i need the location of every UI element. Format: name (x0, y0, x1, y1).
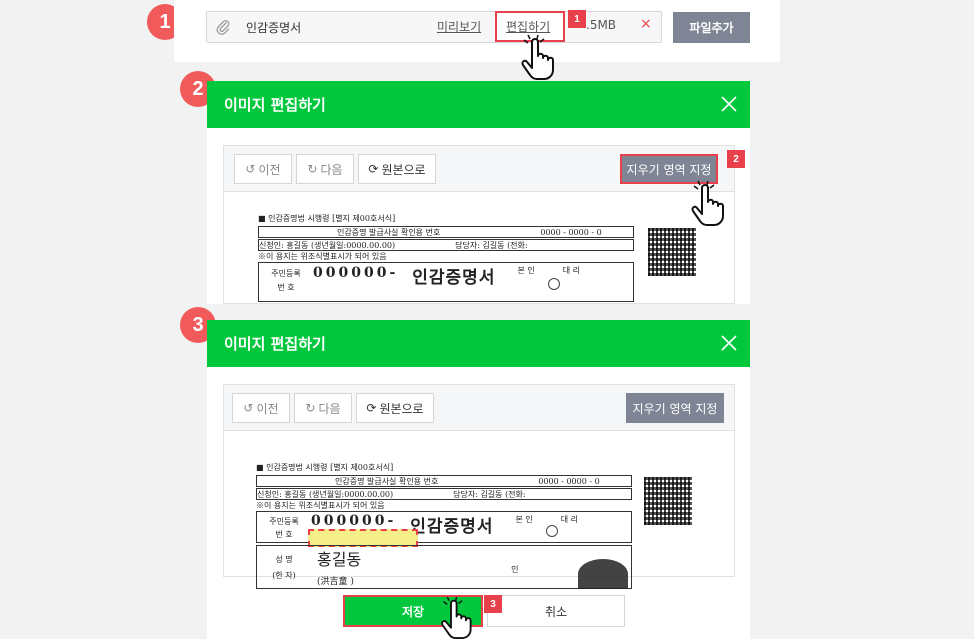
edit-link[interactable]: 편집하기 (506, 18, 550, 35)
modal-header: 이미지 편집하기 (207, 81, 750, 128)
modal-body: ↺ 이전 ↻ 다음 ⟳ 원본으로 지우기 영역 지정 ■ 인감증명법 시행령 [별지 … (223, 145, 735, 304)
undo-icon: ↺ (243, 401, 254, 415)
file-name: 인감증명서 (246, 21, 302, 35)
notice-text: ※이 용지는 위조식별표시가 되어 있음 (258, 252, 387, 261)
name-value: 홍길동 (317, 550, 362, 569)
applicant-row: 신청인: 홍길동 (생년월일:0000.00.00) 담당자: 김길동 (전화: (256, 488, 632, 500)
id-row: 주민등록 번 호 000000- 인감증명서 본 인 대 리 (258, 262, 634, 302)
redo-button[interactable]: ↻ 다음 (296, 154, 354, 184)
add-file-button[interactable]: 파일추가 (673, 12, 750, 43)
reset-icon: ⟳ (368, 162, 379, 176)
form-ref: ■ 인감증명법 시행령 [별지 제00호서식] (256, 463, 394, 472)
document-image: ■ 인감증명법 시행령 [별지 제00호서식] 인감증명 발급사실 확인용 번호… (258, 214, 696, 302)
undo-icon: ↺ (245, 162, 256, 176)
redo-icon: ↻ (307, 162, 318, 176)
undo-button[interactable]: ↺ 이전 (234, 154, 292, 184)
redo-icon: ↻ (305, 401, 316, 415)
document-image: ■ 인감증명법 시행령 [별지 제00호서식] 인감증명 발급사실 확인용 번호… (256, 463, 692, 589)
doc-title: 인감증명서 (412, 268, 496, 288)
callout-badge-2: 2 (727, 150, 745, 168)
preview-link[interactable]: 미리보기 (437, 18, 481, 35)
erase-area-button[interactable]: 지우기 영역 지정 (626, 393, 724, 423)
close-icon[interactable] (720, 334, 738, 352)
hand-pointer-icon (521, 34, 554, 80)
image-edit-modal-step3: 이미지 편집하기 ↺ 이전 ↻ 다음 ⟳ 원본으로 지우기 영역 지정 ■ 인감증명법… (207, 320, 750, 639)
seal-circle (548, 278, 560, 290)
issue-row: 인감증명 발급사실 확인용 번호 0000 - 0000 - 0 (258, 226, 634, 238)
remove-file-icon[interactable]: × (640, 16, 652, 32)
modal-body: ↺ 이전 ↻ 다음 ⟳ 원본으로 지우기 영역 지정 ■ 인감증명법 시행령 [별지 … (223, 384, 735, 589)
reset-icon: ⟳ (366, 401, 377, 415)
issue-row: 인감증명 발급사실 확인용 번호 0000 - 0000 - 0 (256, 475, 632, 487)
image-edit-modal-step2: 이미지 편집하기 ↺ 이전 ↻ 다음 ⟳ 원본으로 지우기 영역 지정 ■ 인감증명법… (207, 81, 750, 304)
doc-title: 인감증명서 (410, 517, 494, 537)
reset-original-button[interactable]: ⟳ 원본으로 (356, 393, 434, 423)
close-icon[interactable] (720, 95, 738, 113)
id-number-boxes: 000000- (313, 265, 399, 281)
file-size: .5MB (586, 18, 617, 32)
cancel-button[interactable]: 취소 (487, 595, 625, 627)
name-row: 성 명 (한 자) 홍길동 (洪吉童 ) 인 (256, 545, 632, 589)
undo-button[interactable]: ↺ 이전 (232, 393, 290, 423)
id-number-boxes: 000000- (311, 513, 397, 529)
notice-text: ※이 용지는 위조식별표시가 되어 있음 (256, 501, 385, 510)
paperclip-icon (216, 20, 230, 35)
form-ref: ■ 인감증명법 시행령 [별지 제00호서식] (258, 214, 396, 223)
modal-title: 이미지 편집하기 (224, 335, 326, 353)
hanja-value: (洪吉童 ) (317, 577, 354, 587)
modal-title: 이미지 편집하기 (224, 96, 326, 114)
applicant-row: 신청인: 홍길동 (생년월일:0000.00.00) 담당자: 김길동 (전화: (258, 239, 634, 251)
seal-stamp (578, 559, 628, 589)
hand-pointer-icon (441, 596, 472, 639)
callout-badge-1: 1 (568, 10, 586, 28)
qr-code (648, 228, 696, 276)
edit-toolbar: ↺ 이전 ↻ 다음 ⟳ 원본으로 지우기 영역 지정 (224, 385, 734, 431)
qr-code (644, 477, 692, 525)
redo-button[interactable]: ↻ 다음 (294, 393, 352, 423)
edit-toolbar: ↺ 이전 ↻ 다음 ⟳ 원본으로 지우기 영역 지정 (224, 146, 734, 192)
reset-original-button[interactable]: ⟳ 원본으로 (358, 154, 436, 184)
seal-circle (546, 525, 558, 537)
hand-pointer-icon (691, 180, 724, 226)
modal-header: 이미지 편집하기 (207, 320, 750, 367)
